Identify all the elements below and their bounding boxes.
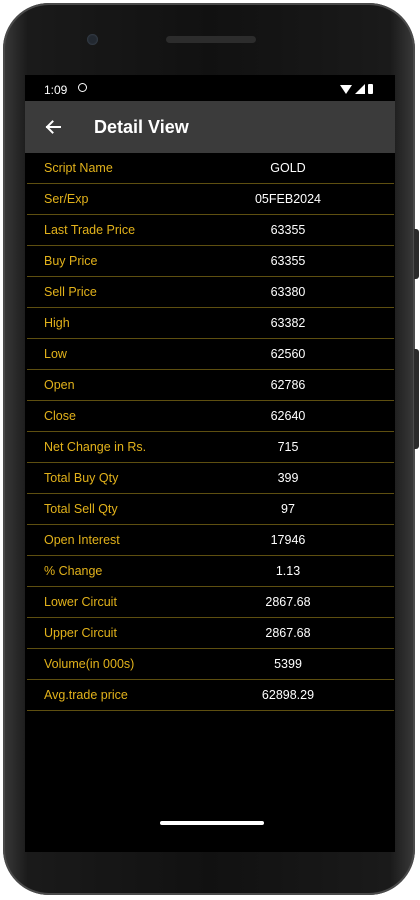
- status-time: 1:09: [44, 83, 68, 97]
- detail-row: Open 62786: [27, 370, 394, 401]
- detail-row: Volume(in 000s) 5399: [27, 649, 394, 680]
- detail-value: 17946: [270, 533, 306, 547]
- signal-icon: [355, 84, 365, 94]
- detail-value: 05FEB2024: [254, 192, 322, 206]
- screen: 1:09 Detail View Script Name GOLD Ser/Exp 0…: [25, 75, 395, 852]
- battery-icon: [368, 84, 373, 94]
- detail-row: Close 62640: [27, 401, 394, 432]
- detail-row: Ser/Exp 05FEB2024: [27, 184, 394, 215]
- detail-row: Low 62560: [27, 339, 394, 370]
- detail-value: 62898.29: [261, 688, 315, 702]
- detail-value: 63382: [270, 316, 306, 330]
- back-arrow-icon[interactable]: [41, 115, 65, 139]
- detail-list: Script Name GOLD Ser/Exp 05FEB2024 Last Trad…: [25, 153, 395, 711]
- page-title: Detail View: [94, 116, 189, 137]
- wifi-icon: [340, 84, 352, 94]
- detail-row: Sell Price 63380: [27, 277, 394, 308]
- detail-value: 399: [277, 471, 299, 485]
- detail-row: Upper Circuit 2867.68: [27, 618, 394, 649]
- detail-value: 62560: [270, 347, 306, 361]
- detail-value: 2867.68: [265, 626, 311, 640]
- detail-row: Lower Circuit 2867.68: [27, 587, 394, 618]
- earpiece-speaker: [166, 36, 256, 43]
- detail-value: 63355: [270, 254, 306, 268]
- volume-button: [414, 349, 419, 449]
- home-indicator[interactable]: [160, 821, 264, 825]
- detail-row: High 63382: [27, 308, 394, 339]
- detail-value: 97: [281, 502, 295, 516]
- detail-row: Avg.trade price 62898.29: [27, 680, 394, 711]
- detail-row: Total Sell Qty 97: [27, 494, 394, 525]
- detail-row: Open Interest 17946: [27, 525, 394, 556]
- detail-value: 63355: [270, 223, 306, 237]
- app-toolbar: Detail View: [25, 101, 395, 153]
- detail-row: Net Change in Rs. 715: [27, 432, 394, 463]
- detail-row: Last Trade Price 63355: [27, 215, 394, 246]
- detail-row: Script Name GOLD: [27, 153, 394, 184]
- detail-value: 62786: [270, 378, 306, 392]
- phone-frame: 1:09 Detail View Script Name GOLD Ser/Exp 0…: [3, 3, 419, 895]
- detail-value: 62640: [270, 409, 306, 423]
- status-bar: 1:09: [25, 75, 395, 101]
- detail-value: 1.13: [275, 564, 301, 578]
- detail-row: Buy Price 63355: [27, 246, 394, 277]
- sync-icon: [78, 83, 87, 92]
- detail-value: 715: [277, 440, 299, 454]
- detail-value: 63380: [270, 285, 306, 299]
- detail-value: 5399: [274, 657, 302, 671]
- power-button: [414, 229, 419, 279]
- detail-value: GOLD: [270, 161, 306, 175]
- detail-row: % Change 1.13: [27, 556, 394, 587]
- status-icons: [340, 84, 373, 94]
- detail-value: 2867.68: [265, 595, 311, 609]
- front-camera: [87, 34, 98, 45]
- detail-row: Total Buy Qty 399: [27, 463, 394, 494]
